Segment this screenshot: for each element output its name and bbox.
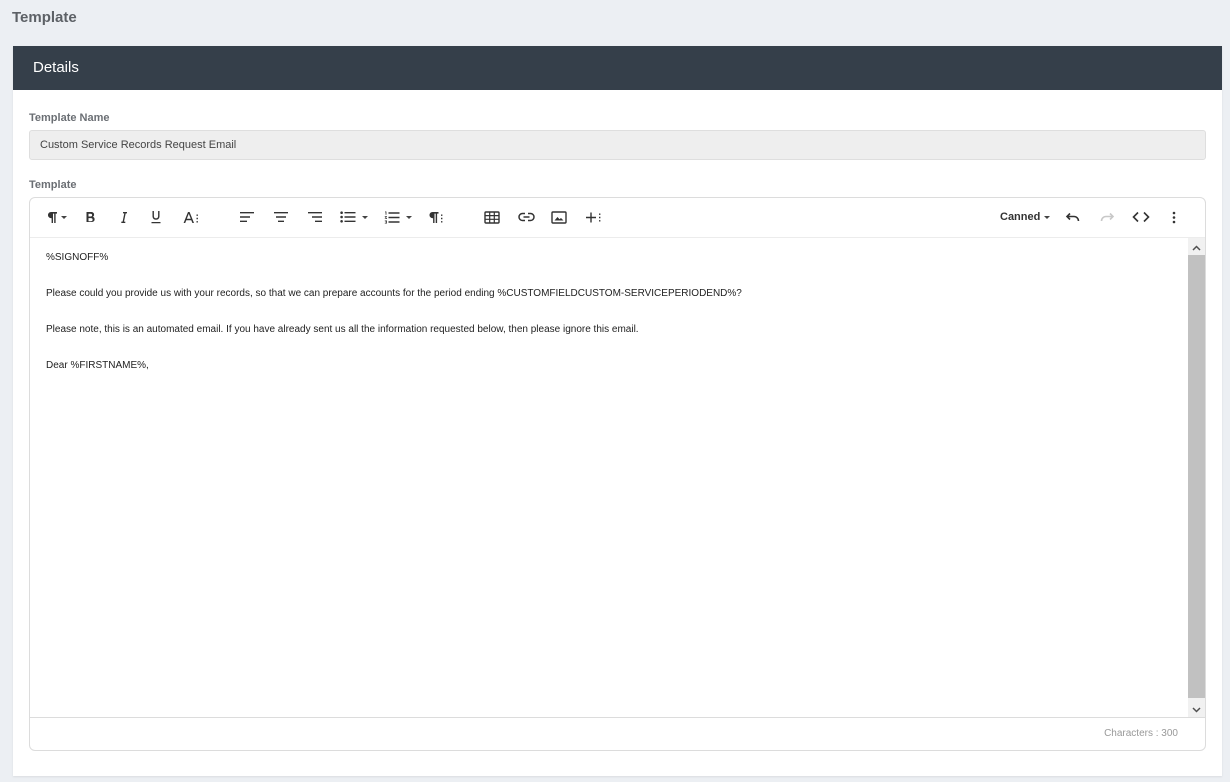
template-name-label: Template Name	[29, 112, 110, 124]
canned-label: Canned	[1000, 211, 1041, 223]
editor-content[interactable]: %SIGNOFF% Please could you provide us wi…	[30, 238, 1188, 717]
chevron-down-icon	[1044, 215, 1051, 219]
link-icon	[517, 212, 535, 222]
undo-button[interactable]	[1064, 206, 1082, 228]
editor-toolbar: Canned	[30, 198, 1205, 238]
ordered-list-button[interactable]	[384, 206, 412, 228]
italic-button[interactable]	[116, 206, 132, 228]
bold-icon	[85, 211, 96, 224]
chevron-down-icon	[362, 215, 368, 219]
editor-footer: Characters : 300	[30, 717, 1205, 750]
page-title: Template	[12, 9, 77, 26]
insert-table-button[interactable]	[483, 206, 501, 228]
font-size-button[interactable]	[181, 206, 201, 228]
underline-icon	[150, 210, 162, 224]
insert-link-button[interactable]	[517, 206, 535, 228]
paragraph-icon	[46, 211, 58, 224]
paragraph-format-button[interactable]	[46, 206, 67, 228]
code-view-button[interactable]	[1131, 206, 1151, 228]
italic-icon	[120, 211, 128, 224]
editor-scrollbar[interactable]	[1188, 238, 1205, 717]
paragraph-style-icon	[428, 211, 444, 224]
paragraph-style-button[interactable]	[427, 206, 445, 228]
scroll-thumb[interactable]	[1188, 255, 1205, 698]
details-card: Details Template Name Template	[13, 46, 1222, 776]
card-header: Details	[13, 46, 1222, 90]
bullet-list-icon	[340, 211, 356, 223]
vertical-ellipsis-icon	[1172, 211, 1176, 224]
code-icon	[1132, 211, 1150, 223]
redo-button[interactable]	[1098, 206, 1116, 228]
unordered-list-button[interactable]	[340, 206, 368, 228]
chevron-down-icon	[1192, 700, 1201, 718]
font-size-icon	[183, 211, 200, 224]
insert-image-button[interactable]	[550, 206, 568, 228]
align-left-button[interactable]	[238, 206, 256, 228]
align-right-icon	[307, 211, 323, 223]
chevron-down-icon	[406, 215, 412, 219]
editor-line: %SIGNOFF%	[46, 252, 109, 263]
bold-button[interactable]	[82, 206, 98, 228]
scroll-up-arrow[interactable]	[1188, 238, 1205, 255]
character-count: Characters : 300	[1104, 728, 1178, 739]
template-name-input[interactable]	[29, 130, 1206, 160]
editor-line: Dear %FIRSTNAME%,	[46, 360, 149, 371]
scroll-down-arrow[interactable]	[1188, 700, 1205, 717]
align-left-icon	[239, 211, 255, 223]
editor-line: Please note, this is an automated email.…	[46, 324, 639, 335]
align-center-icon	[273, 211, 289, 223]
numbered-list-icon	[384, 211, 400, 224]
align-right-button[interactable]	[306, 206, 324, 228]
underline-button[interactable]	[148, 206, 164, 228]
editor-line: Please could you provide us with your re…	[46, 288, 742, 299]
undo-icon	[1065, 211, 1081, 223]
more-options-button[interactable]	[1168, 206, 1180, 228]
chevron-up-icon	[1192, 238, 1201, 256]
image-icon	[551, 210, 567, 224]
more-insert-button[interactable]	[584, 206, 604, 228]
redo-icon	[1099, 211, 1115, 223]
template-label: Template	[29, 179, 77, 191]
canned-dropdown[interactable]: Canned	[1000, 206, 1051, 228]
align-center-button[interactable]	[272, 206, 290, 228]
rich-text-editor: Canned %SIGNOFF% Please could you provid…	[29, 197, 1206, 751]
table-icon	[484, 210, 500, 224]
chevron-down-icon	[61, 215, 67, 219]
plus-icon	[585, 211, 603, 224]
